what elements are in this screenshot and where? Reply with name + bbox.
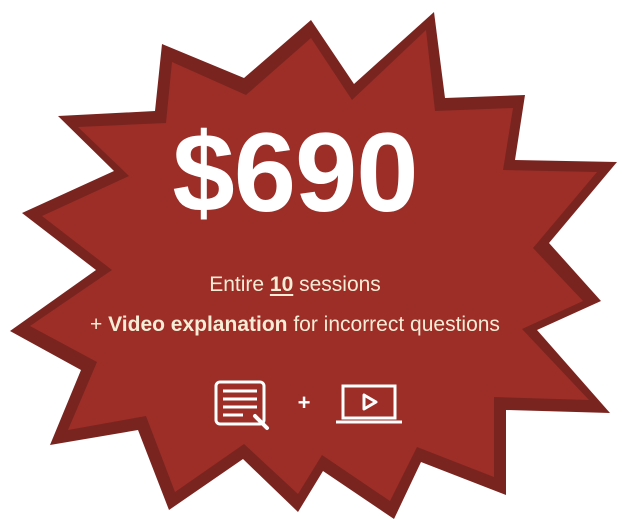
document-pencil-icon — [214, 380, 269, 430]
sessions-prefix: Entire — [209, 273, 265, 296]
price-amount: $690 — [172, 110, 418, 235]
plus-sign: + — [90, 313, 103, 336]
sessions-suffix: sessions — [299, 273, 381, 296]
icon-plus-sign: + — [297, 390, 311, 415]
sessions-text: Entire 10 sessions — [0, 272, 590, 298]
video-explanation-text: + Video explanation for incorrect questi… — [0, 312, 590, 338]
laptop-play-icon — [336, 384, 402, 424]
starburst-badge — [10, 12, 617, 519]
video-explanation-highlight: Video explanation — [108, 313, 288, 336]
video-explanation-rest: for incorrect questions — [293, 313, 500, 336]
sessions-count: 10 — [269, 273, 294, 296]
feature-icons: + — [0, 378, 622, 434]
